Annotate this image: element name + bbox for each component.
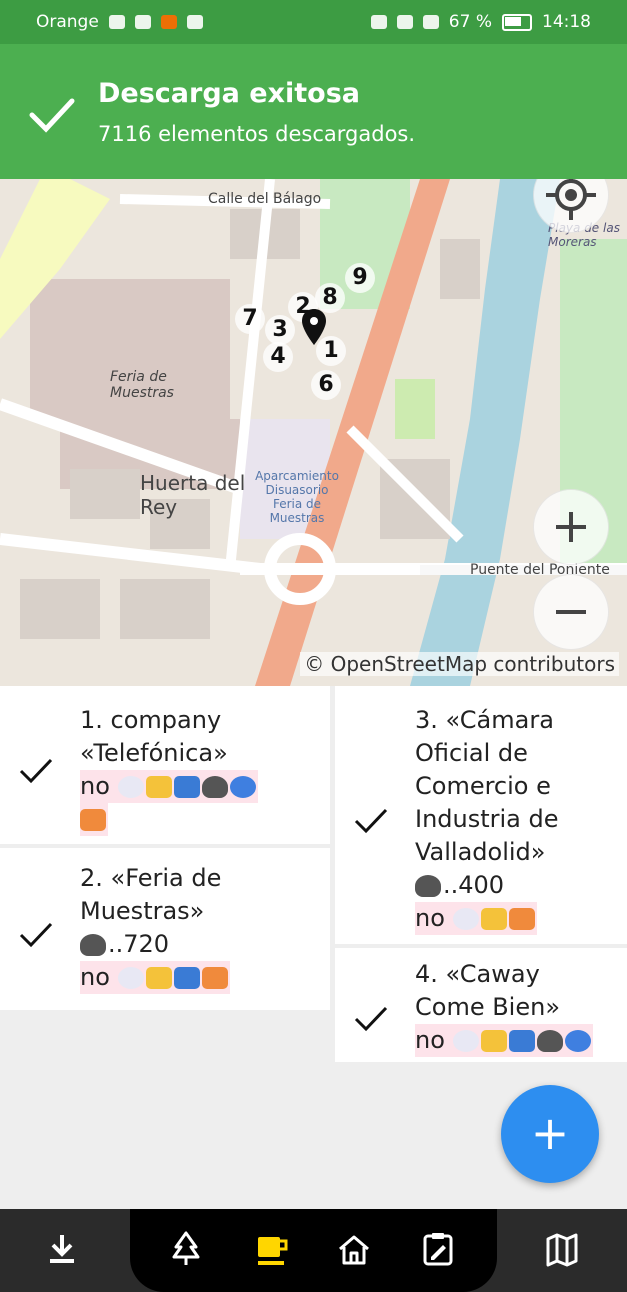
place-label-huerta: Huerta del Rey [140, 471, 246, 519]
globe-icon [229, 776, 256, 798]
minus-icon [556, 610, 586, 614]
poi-name-line: 2. «Feria de [80, 864, 222, 892]
map-marker-8[interactable]: 7 [235, 304, 265, 334]
bottom-navigation [0, 1209, 627, 1292]
signal-icon [108, 15, 125, 29]
house-icon [201, 967, 228, 989]
nav-edit[interactable] [416, 1227, 460, 1271]
clock-icon [117, 776, 144, 798]
globe-icon [564, 1030, 591, 1052]
clock-icon [452, 1030, 479, 1052]
poi-phone: ..720 [108, 930, 170, 958]
zoom-in-button[interactable] [533, 489, 609, 565]
wheelchair-icon [173, 967, 200, 989]
credit-card-icon [480, 908, 507, 930]
map-marker-9[interactable]: 9 [345, 263, 375, 293]
checkmark-icon [354, 1006, 388, 1032]
add-poi-button[interactable]: + [501, 1085, 599, 1183]
poi-name-line: 3. «Cámara [415, 706, 554, 734]
battery-icon [502, 13, 532, 31]
map-marker-3[interactable]: 3 [265, 315, 295, 345]
phone-icon [536, 1030, 563, 1052]
poi-name-line: Valladolid» [415, 838, 546, 866]
banner-subtitle: 7116 elementos descargados. [98, 122, 416, 146]
download-icon [50, 1235, 74, 1263]
house-icon [508, 908, 535, 930]
house-icon [80, 809, 106, 831]
locate-button[interactable] [533, 179, 609, 233]
map-icon [546, 1233, 578, 1267]
poi-tags: no [415, 904, 445, 932]
alarm-icon [370, 15, 387, 29]
poi-name-line: 1. company [80, 706, 222, 734]
app-notification-icon [160, 15, 177, 29]
poi-name-line: «Telefónica» [80, 739, 228, 767]
carrier-label: Orange [36, 12, 99, 32]
zoom-out-button[interactable] [533, 574, 609, 650]
poi-phone: ..400 [443, 871, 505, 899]
phone-icon [80, 934, 106, 956]
location-pin-icon [302, 309, 326, 345]
checkmark-icon [29, 98, 75, 133]
poi-tags: no [415, 1026, 445, 1054]
map-view[interactable]: Calle del Bálago Feria de Muestras Huert… [0, 179, 627, 686]
poi-card-3[interactable]: 3. «Cámara Oficial de Comercio e Industr… [335, 686, 627, 944]
credit-card-icon [145, 967, 172, 989]
street-label-balago: Calle del Bálago [208, 191, 322, 207]
place-label-feria: Feria de Muestras [110, 369, 174, 401]
nav-food[interactable] [250, 1227, 294, 1271]
credit-card-icon [145, 776, 172, 798]
nav-map[interactable] [540, 1227, 584, 1271]
status-bar: Orange 67 % 14:18 [0, 0, 627, 44]
checkmark-icon [19, 922, 53, 948]
clock-icon [117, 967, 144, 989]
crosshair-icon [546, 179, 596, 220]
nav-home[interactable] [332, 1227, 376, 1271]
wifi-icon [134, 15, 151, 29]
place-label-parking: Aparcamiento Disuasorio Feria de Muestra… [255, 469, 339, 525]
poi-name-line: Comercio e [415, 772, 551, 800]
coffee-icon [258, 1237, 288, 1265]
phone-icon [201, 776, 228, 798]
tree-icon [172, 1231, 200, 1265]
wheelchair-icon [173, 776, 200, 798]
location-icon [422, 15, 439, 29]
credit-card-icon [480, 1030, 507, 1052]
poi-card-4[interactable]: 4. «Caway Come Bien» no [335, 948, 627, 1062]
phone-icon [415, 875, 441, 897]
download-success-banner: Descarga exitosa 7116 elementos descarga… [0, 44, 627, 179]
clock-time: 14:18 [542, 12, 591, 32]
map-attribution: © OpenStreetMap contributors [300, 652, 619, 676]
poi-name-line: Oficial de [415, 739, 528, 767]
poi-name-line: 4. «Caway [415, 960, 540, 988]
home-icon [339, 1235, 369, 1265]
map-marker-4[interactable]: 4 [263, 342, 293, 372]
poi-tags: no [80, 963, 110, 991]
checkmark-icon [354, 808, 388, 834]
poi-card-2[interactable]: 2. «Feria de Muestras» ..720 no [0, 848, 330, 1010]
map-marker-6[interactable]: 6 [311, 370, 341, 400]
nav-download[interactable] [40, 1227, 84, 1271]
poi-tags: no [80, 772, 110, 800]
bluetooth-icon [396, 15, 413, 29]
poi-card-1[interactable]: 1. company «Telefónica» no [0, 686, 330, 844]
wheelchair-icon [508, 1030, 535, 1052]
plus-icon [556, 512, 586, 542]
clipboard-edit-icon [423, 1233, 453, 1266]
whatsapp-icon [186, 15, 203, 29]
checkmark-icon [19, 758, 53, 784]
clock-icon [452, 908, 479, 930]
poi-name-line: Muestras» [80, 897, 205, 925]
battery-percent: 67 % [448, 12, 492, 32]
poi-name-line: Come Bien» [415, 993, 561, 1021]
banner-title: Descarga exitosa [98, 78, 361, 109]
nav-nature[interactable] [164, 1227, 208, 1271]
poi-name-line: Industria de [415, 805, 559, 833]
